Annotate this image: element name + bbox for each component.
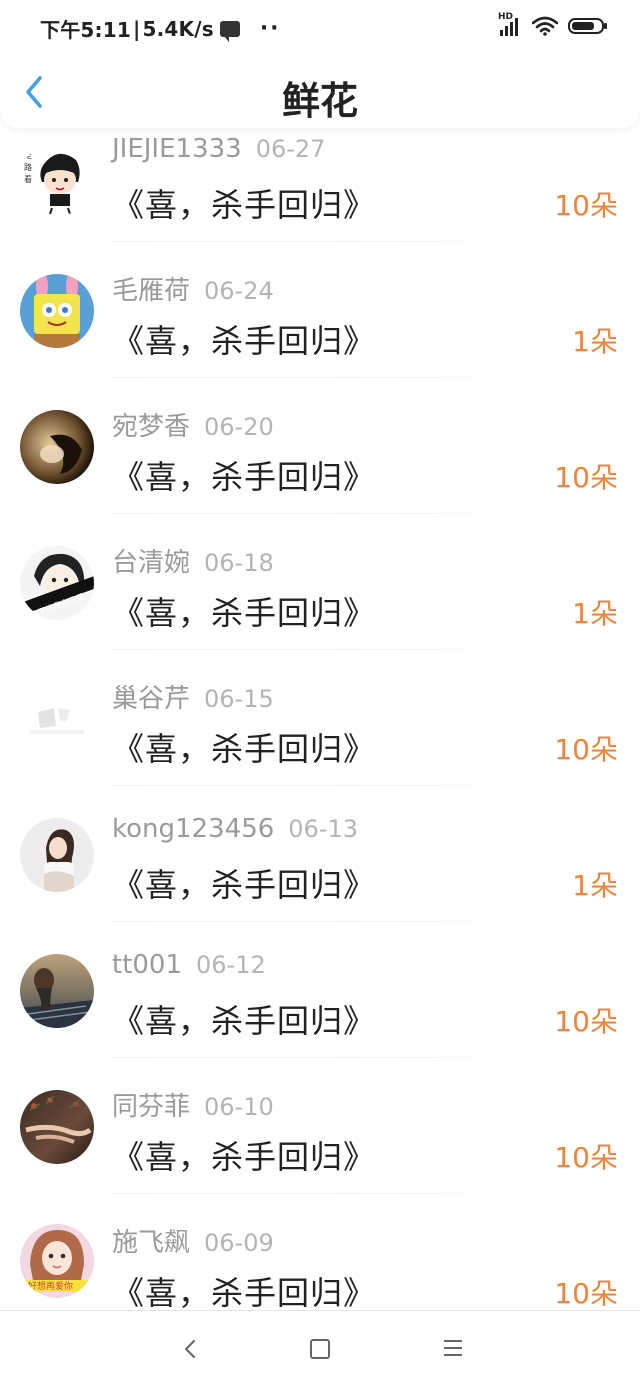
- book-title: 《喜，杀手回归》: [112, 458, 377, 496]
- header: 鲜花: [0, 56, 640, 128]
- list-item[interactable]: tt001 06-12 《喜，杀手回归》 10朵: [0, 944, 640, 1080]
- username: 宛梦香 06-20: [112, 406, 274, 443]
- flower-count: 10朵: [554, 461, 618, 494]
- battery-icon: [568, 18, 607, 34]
- username-text: JIEJIE1333: [112, 134, 242, 164]
- status-right: HD: [498, 12, 607, 36]
- avatar: [20, 274, 94, 348]
- list-item[interactable]: 宛梦香 06-20 《喜，杀手回归》 10朵: [0, 400, 640, 536]
- username-text: 毛雁荷: [112, 276, 191, 306]
- status-left: 下午5:11 | 5.4K/s ··: [40, 14, 281, 43]
- page-title: 鲜花: [281, 79, 358, 123]
- flower-count: 10朵: [554, 189, 618, 222]
- list-item[interactable]: 你不惜我亦不爱 台清婉 06-18 《喜，杀手回归》 1朵: [0, 536, 640, 672]
- divider: [112, 649, 522, 650]
- book-title: 《喜，杀手回归》: [112, 322, 377, 360]
- message-icon: [219, 20, 240, 42]
- username-text: 宛梦香: [112, 412, 191, 442]
- flower-count: 1朵: [572, 597, 618, 630]
- list-item[interactable]: 毛雁荷 06-24 《喜，杀手回归》 1朵: [0, 264, 640, 400]
- username: JIEJIE1333 06-27: [112, 134, 325, 164]
- send-date: 06-12: [196, 951, 266, 979]
- wifi-icon: [532, 16, 558, 36]
- status-separator: |: [132, 16, 141, 41]
- svg-text:看: 看: [24, 175, 32, 184]
- flower-count: 1朵: [572, 869, 618, 902]
- signal-icon: HD: [498, 12, 522, 36]
- system-nav-bar: [0, 1310, 640, 1388]
- status-bar: 下午5:11 | 5.4K/s ·· HD: [0, 0, 640, 56]
- send-date: 06-27: [255, 135, 326, 163]
- hd-label: HD: [498, 12, 514, 22]
- divider: [112, 377, 522, 378]
- book-title: 《喜，杀手回归》: [112, 594, 377, 632]
- svg-text:走: 走: [24, 151, 32, 160]
- send-date: 06-18: [204, 549, 274, 577]
- username: 同芬菲 06-10: [112, 1086, 274, 1123]
- username-text: 巢谷芹: [112, 684, 191, 714]
- nav-back-icon[interactable]: [180, 1335, 200, 1363]
- avatar: [20, 954, 94, 1028]
- avatar: 好想再爱你: [20, 1224, 94, 1298]
- list-item[interactable]: 巢谷芹 06-15 《喜，杀手回归》 10朵: [0, 672, 640, 808]
- flower-count: 10朵: [554, 1277, 618, 1310]
- username: 毛雁荷 06-24: [112, 270, 274, 307]
- svg-text:路: 路: [24, 162, 32, 172]
- username-text: tt001: [112, 950, 183, 980]
- divider: [112, 785, 522, 786]
- book-title: 《喜，杀手回归》: [112, 866, 377, 904]
- status-time: 下午5:11: [40, 18, 131, 42]
- username: 巢谷芹 06-15: [112, 678, 274, 715]
- list-item[interactable]: 走 路 看 JIEJIE1333 06-27 《喜，杀手回归》 10朵: [0, 128, 640, 264]
- book-title: 《喜，杀手回归》: [112, 186, 377, 224]
- book-title: 《喜，杀手回归》: [112, 730, 377, 768]
- send-date: 06-13: [288, 815, 359, 843]
- flower-count: 10朵: [554, 1141, 618, 1174]
- list-item[interactable]: kong123456 06-13 《喜，杀手回归》 1朵: [0, 808, 640, 944]
- avatar: 你不惜我亦不爱: [20, 546, 94, 620]
- flower-count: 10朵: [554, 733, 618, 766]
- username: tt001 06-12: [112, 950, 266, 980]
- avatar: [20, 818, 94, 892]
- username-text: kong123456: [112, 814, 275, 844]
- more-notifications-icon: ··: [259, 16, 281, 41]
- divider: [112, 1057, 522, 1058]
- nav-home-icon[interactable]: [310, 1339, 330, 1359]
- avatar: [20, 682, 94, 756]
- avatar-text: 好想再爱你: [28, 1280, 73, 1292]
- avatar: [20, 1090, 94, 1164]
- username: 施飞飙 06-09: [112, 1222, 274, 1259]
- avatar: [20, 410, 94, 484]
- username: 台清婉 06-18: [112, 542, 274, 579]
- divider: [112, 1193, 522, 1194]
- status-speed: 5.4K/s: [142, 16, 214, 41]
- send-date: 06-15: [204, 685, 274, 713]
- divider: [112, 513, 522, 514]
- username: kong123456 06-13: [112, 814, 358, 844]
- avatar: 走 路 看: [20, 142, 94, 216]
- username-text: 台清婉: [112, 548, 191, 578]
- nav-menu-icon[interactable]: [444, 1339, 462, 1357]
- book-title: 《喜，杀手回归》: [112, 1138, 377, 1176]
- divider: [112, 241, 522, 242]
- send-date: 06-20: [204, 413, 274, 441]
- username-text: 施飞飙: [112, 1228, 191, 1258]
- flower-count: 10朵: [554, 1005, 618, 1038]
- list-item[interactable]: 同芬菲 06-10 《喜，杀手回归》 10朵: [0, 1080, 640, 1216]
- divider: [112, 921, 522, 922]
- book-title: 《喜，杀手回归》: [112, 1002, 377, 1040]
- flower-count: 1朵: [572, 325, 618, 358]
- send-date: 06-24: [204, 277, 274, 305]
- username-text: 同芬菲: [112, 1092, 191, 1122]
- send-date: 06-10: [204, 1093, 274, 1121]
- book-title: 《喜，杀手回归》: [112, 1274, 377, 1312]
- send-date: 06-09: [204, 1229, 274, 1257]
